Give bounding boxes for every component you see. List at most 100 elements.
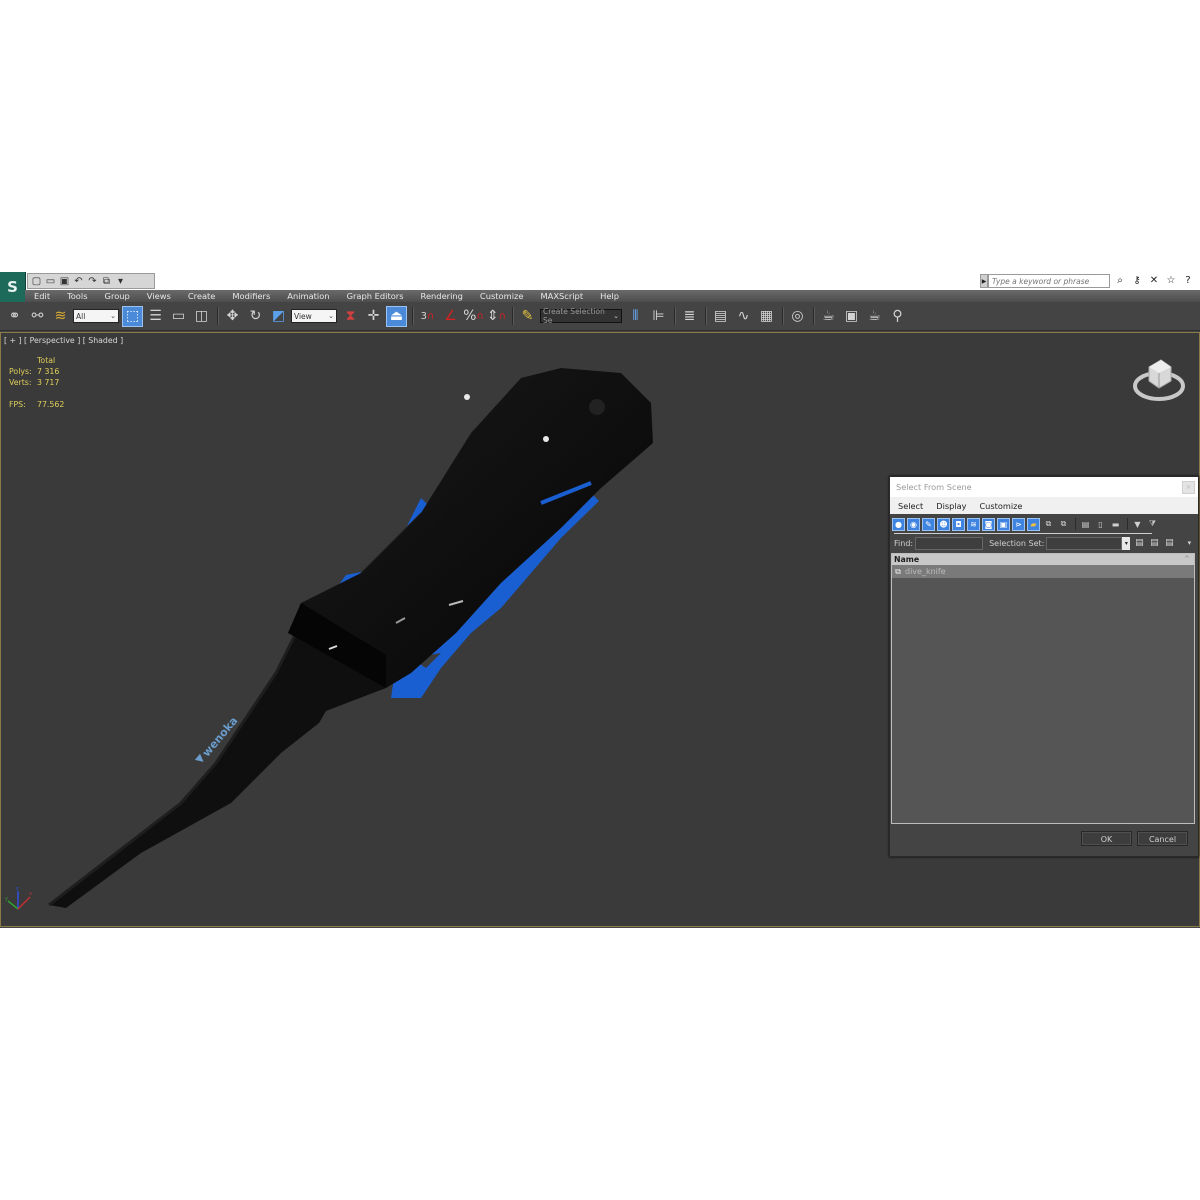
close-icon[interactable]: × bbox=[1182, 481, 1195, 494]
search-expand-icon[interactable]: ▶ bbox=[980, 274, 988, 288]
create-selection-set-icon[interactable]: ▤ bbox=[1133, 537, 1145, 549]
menu-create[interactable]: Create bbox=[179, 290, 224, 302]
undo-icon[interactable]: ↶ bbox=[73, 276, 84, 287]
dialog-menu-select[interactable]: Select bbox=[890, 501, 928, 511]
schematic-view-icon[interactable]: ▦ bbox=[756, 306, 777, 327]
app-logo-button[interactable]: S bbox=[0, 272, 26, 302]
display-xrefs-icon[interactable]: ▣ bbox=[997, 517, 1010, 531]
display-invert-icon[interactable]: ▬ bbox=[1109, 518, 1122, 531]
menu-rendering[interactable]: Rendering bbox=[412, 290, 471, 302]
scene-object-list[interactable]: Name ^ ⧉ dive_knife bbox=[891, 553, 1195, 824]
layer-manager-icon[interactable]: ≣ bbox=[679, 306, 700, 327]
menu-tools[interactable]: Tools bbox=[58, 290, 95, 302]
spinner-snap-icon[interactable]: ⇕ ∩ bbox=[486, 306, 507, 327]
stats-header: Total bbox=[37, 356, 56, 365]
menu-group[interactable]: Group bbox=[96, 290, 138, 302]
material-editor-icon[interactable]: ◎ bbox=[787, 306, 808, 327]
viewcube-icon[interactable] bbox=[1129, 353, 1189, 405]
scene-explorer-icon[interactable]: ▤ bbox=[710, 306, 731, 327]
dropdown-icon[interactable]: ▾ bbox=[115, 276, 126, 287]
reference-coord-dropdown[interactable]: View ⌄ bbox=[291, 309, 337, 323]
new-icon[interactable]: ▢ bbox=[31, 276, 42, 287]
add-to-selection-set-icon[interactable]: ▤ bbox=[1148, 537, 1160, 549]
edit-named-selection-icon[interactable]: ✎ bbox=[517, 306, 538, 327]
open-icon[interactable]: ▭ bbox=[45, 276, 56, 287]
display-spacewarps-icon[interactable]: ≋ bbox=[967, 517, 980, 531]
rivet bbox=[543, 436, 549, 442]
star-icon[interactable]: ☆ bbox=[1164, 274, 1178, 288]
menu-edit[interactable]: Edit bbox=[25, 290, 58, 302]
rendered-frame-window-icon[interactable]: ▣ bbox=[841, 306, 862, 327]
dialog-menu-display[interactable]: Display bbox=[928, 501, 971, 511]
selection-filter-dropdown[interactable]: All ⌄ bbox=[73, 309, 119, 323]
find-input[interactable] bbox=[915, 536, 984, 550]
filter-options-icon[interactable]: ⧩ bbox=[1146, 518, 1159, 531]
menu-animation[interactable]: Animation bbox=[278, 290, 337, 302]
unlink-icon[interactable]: ⚯ bbox=[27, 306, 48, 327]
selection-set-input[interactable] bbox=[1046, 536, 1123, 550]
filter-icon[interactable]: ▼ bbox=[1131, 518, 1144, 531]
rotate-icon[interactable]: ↻ bbox=[245, 306, 266, 327]
help-icon[interactable]: ? bbox=[1181, 274, 1195, 288]
move-icon[interactable]: ✥ bbox=[222, 306, 243, 327]
window-crossing-icon[interactable]: ◫ bbox=[191, 306, 212, 327]
display-frozen-icon[interactable]: ⧉ bbox=[1042, 518, 1055, 531]
align-icon[interactable]: ⊫ bbox=[648, 306, 669, 327]
percent-snap-icon[interactable]: % ∩ bbox=[463, 306, 484, 327]
select-object-icon[interactable]: ⬚ bbox=[122, 305, 143, 327]
remove-from-selection-set-icon[interactable]: ▤ bbox=[1163, 537, 1175, 549]
render-production-icon[interactable]: ☕ bbox=[864, 306, 885, 327]
pivot-center-icon[interactable]: ⧗ bbox=[340, 306, 361, 327]
display-bones-icon[interactable]: ⋗ bbox=[1012, 517, 1025, 531]
curve-editor-icon[interactable]: ∿ bbox=[733, 306, 754, 327]
link-icon[interactable]: ⚭ bbox=[4, 306, 25, 327]
display-lights-icon[interactable]: ✎ bbox=[922, 517, 935, 531]
display-geometry-icon[interactable]: ● bbox=[892, 517, 905, 531]
display-cameras-icon[interactable]: ☻ bbox=[937, 517, 950, 531]
rectangular-selection-icon[interactable]: ▭ bbox=[168, 306, 189, 327]
save-icon[interactable]: ▣ bbox=[59, 276, 70, 287]
scale-icon[interactable]: ◩ bbox=[268, 306, 289, 327]
key-icon[interactable]: ⚷ bbox=[1130, 274, 1144, 288]
select-manipulate-icon[interactable]: ✛ bbox=[363, 306, 384, 327]
display-containers-icon[interactable]: ▰ bbox=[1027, 517, 1040, 531]
mirror-icon[interactable]: ⫴ bbox=[625, 306, 646, 327]
menu-graph-editors[interactable]: Graph Editors bbox=[338, 290, 412, 302]
binoculars-icon[interactable]: ⌕ bbox=[1113, 274, 1127, 288]
dialog-menu-customize[interactable]: Customize bbox=[971, 501, 1027, 511]
redo-icon[interactable]: ↷ bbox=[87, 276, 98, 287]
display-shapes-icon[interactable]: ◉ bbox=[907, 517, 920, 531]
menu-views[interactable]: Views bbox=[138, 290, 179, 302]
angle-snap-icon[interactable]: ∠ bbox=[440, 306, 461, 327]
render-setup-icon[interactable]: ☕ bbox=[818, 306, 839, 327]
toolbar-separator bbox=[217, 307, 219, 325]
named-selection-dropdown[interactable]: Create Selection Se ⌄ bbox=[540, 307, 622, 325]
menu-maxscript[interactable]: MAXScript bbox=[531, 290, 591, 302]
display-helpers-icon[interactable]: ◘ bbox=[952, 517, 965, 531]
project-icon[interactable]: ⧉ bbox=[101, 276, 112, 287]
display-groups-icon[interactable]: ◙ bbox=[982, 517, 995, 531]
snaps-toggle-icon[interactable]: 3 ∩ bbox=[417, 306, 438, 327]
cancel-button[interactable]: Cancel bbox=[1137, 831, 1188, 846]
list-item[interactable]: ⧉ dive_knife bbox=[892, 565, 1194, 578]
search-input[interactable] bbox=[988, 274, 1110, 288]
menu-customize[interactable]: Customize bbox=[471, 290, 532, 302]
selection-set-dropdown-icon[interactable]: ▾ bbox=[1122, 536, 1131, 550]
name-column-header[interactable]: Name ^ bbox=[892, 554, 1194, 565]
render-iterative-icon[interactable]: ⚲ bbox=[887, 306, 908, 327]
display-all-icon[interactable]: ▤ bbox=[1079, 518, 1092, 531]
select-by-name-icon[interactable]: ☰ bbox=[145, 306, 166, 327]
display-hidden-icon[interactable]: ⧉ bbox=[1057, 518, 1070, 531]
perspective-viewport[interactable]: wenoka [ + ] [ Perspective ] [ Shaded ] … bbox=[0, 332, 1200, 927]
menu-help[interactable]: Help bbox=[591, 290, 627, 302]
keyboard-shortcut-override-icon[interactable]: ⏏ bbox=[386, 305, 407, 327]
bind-space-warp-icon[interactable]: ≋ bbox=[50, 306, 71, 327]
menu-modifiers[interactable]: Modifiers bbox=[223, 290, 278, 302]
lanyard-hole bbox=[589, 399, 605, 415]
display-none-icon[interactable]: ▯ bbox=[1094, 518, 1107, 531]
toolbar-overflow-icon[interactable]: ▾ bbox=[1183, 537, 1195, 549]
toolbar-separator bbox=[512, 307, 514, 325]
ok-button[interactable]: OK bbox=[1081, 831, 1132, 846]
satellite-icon[interactable]: ✕ bbox=[1147, 274, 1161, 288]
viewport-label-menu[interactable]: [ + ] [ Perspective ] [ Shaded ] bbox=[4, 336, 123, 345]
